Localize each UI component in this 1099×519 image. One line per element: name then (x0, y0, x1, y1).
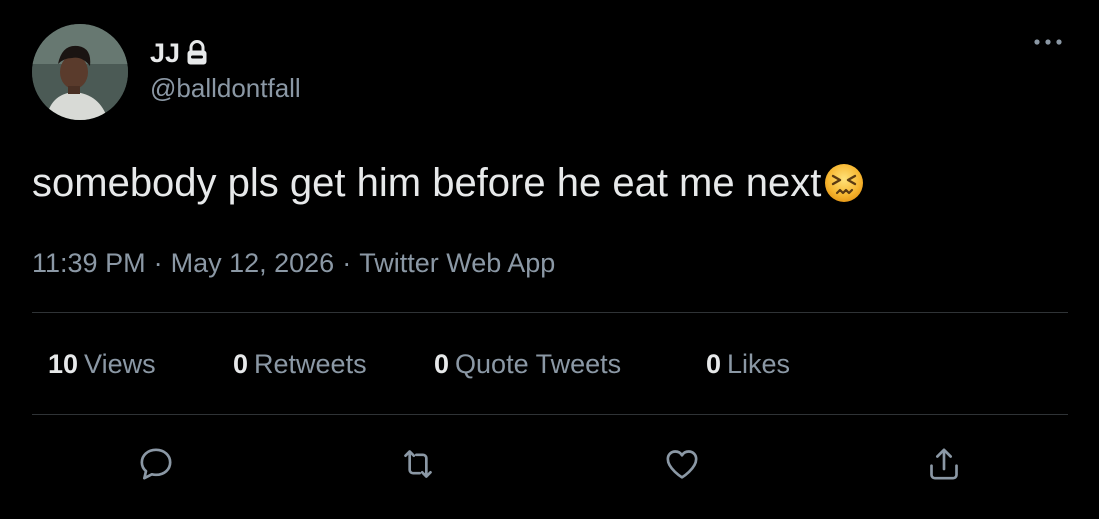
handle[interactable]: @balldontfall (150, 72, 301, 104)
divider (32, 312, 1068, 313)
reply-button[interactable] (132, 440, 180, 488)
retweet-button[interactable] (394, 440, 442, 488)
likes-label: Likes (727, 349, 791, 379)
display-name[interactable]: JJ (150, 36, 301, 70)
quote-tweets-count: 0 (434, 349, 450, 379)
views-label: Views (84, 349, 156, 379)
retweet-icon (404, 450, 432, 478)
views-stat[interactable]: 10 Views (48, 346, 156, 382)
likes-stat[interactable]: 0 Likes (706, 346, 790, 382)
quote-tweets-label: Quote Tweets (455, 349, 622, 379)
reply-icon (140, 448, 172, 480)
tweet-detail: JJ @balldontfall somebody pls get him be… (0, 0, 1099, 519)
tweet-metadata: 11:39 PM · May 12, 2026 · Twitter Web App (32, 246, 555, 280)
meta-separator: · (342, 248, 352, 278)
tweet-text-body: somebody pls get him before he eat me ne… (32, 161, 822, 205)
quote-tweets-stat[interactable]: 0 Quote Tweets (434, 346, 621, 382)
tweet-time[interactable]: 11:39 PM (32, 248, 146, 278)
like-icon (666, 450, 698, 479)
author-info: JJ @balldontfall (150, 36, 301, 104)
divider (32, 414, 1068, 415)
meta-separator: · (153, 248, 163, 278)
share-icon (930, 448, 958, 480)
retweets-stat[interactable]: 0 Retweets (233, 346, 367, 382)
tweet-date[interactable]: May 12, 2026 (171, 248, 335, 278)
retweets-label: Retweets (254, 349, 367, 379)
tweet-text: somebody pls get him before he eat me ne… (32, 158, 865, 208)
retweets-count: 0 (233, 349, 249, 379)
avatar[interactable] (32, 24, 128, 120)
lock-icon (186, 40, 208, 66)
share-button[interactable] (920, 440, 968, 488)
views-count: 10 (48, 349, 79, 379)
tweet-source[interactable]: Twitter Web App (359, 248, 555, 278)
likes-count: 0 (706, 349, 722, 379)
display-name-text[interactable]: JJ (150, 36, 180, 70)
like-button[interactable] (658, 440, 706, 488)
more-options-icon[interactable] (1030, 30, 1066, 54)
persevering-face-emoji-icon (823, 162, 865, 204)
